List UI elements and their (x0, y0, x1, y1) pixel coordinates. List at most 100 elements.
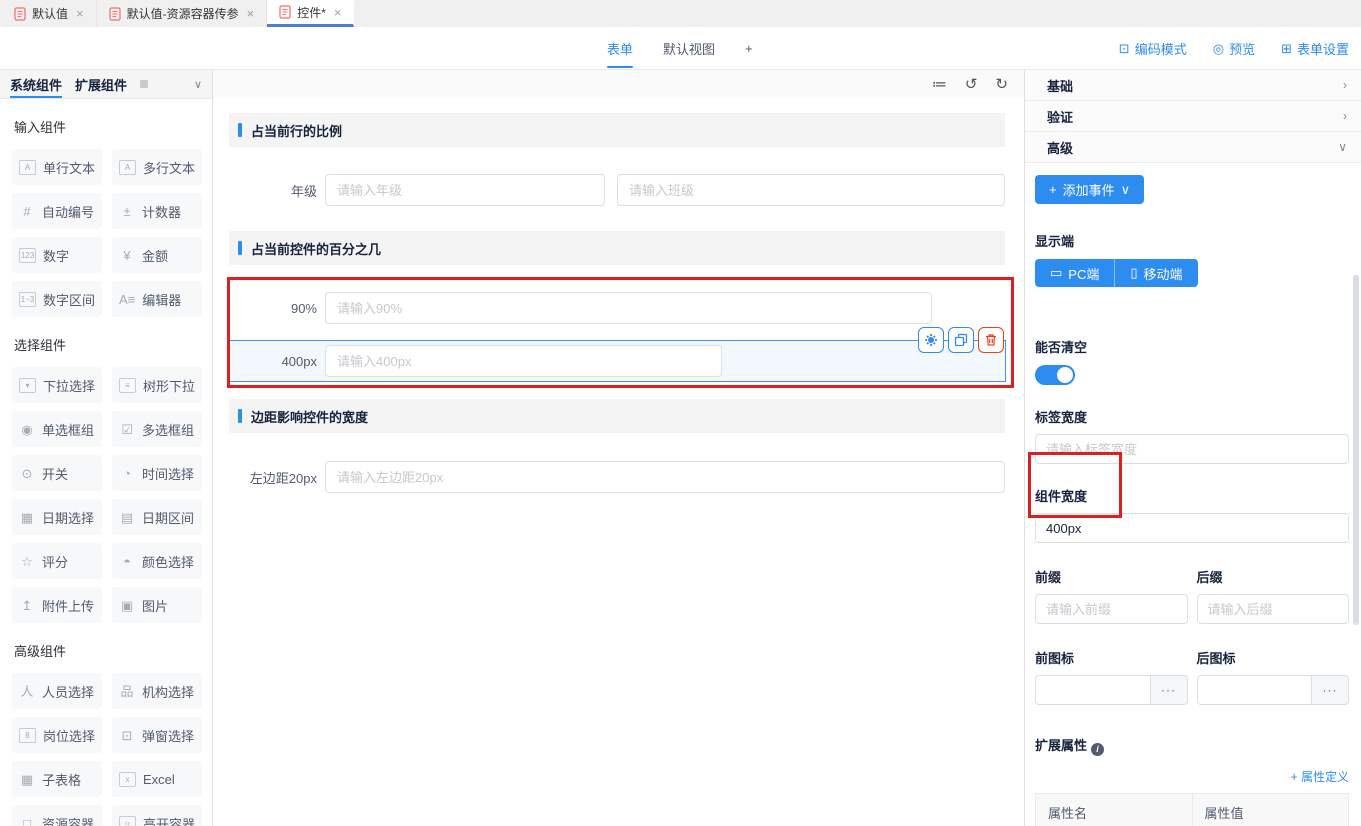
sidebar-item-user-picker[interactable]: 人人员选择 (12, 673, 102, 709)
component-width-label: 组件宽度 (1035, 486, 1349, 505)
form-settings-icon: ⊞ (1281, 41, 1292, 57)
file-tab-label: 控件* (297, 4, 326, 21)
sidebar-item-date-picker[interactable]: ▦日期选择 (12, 499, 102, 535)
sidebar-item-select[interactable]: ▾下拉选择 (12, 367, 102, 403)
file-tab-container-params[interactable]: 默认值-资源容器传参 × (97, 0, 268, 27)
sidebar-item-image[interactable]: ▣图片 (112, 587, 202, 623)
sidebar-item-multiline-text[interactable]: A多行文本 (112, 149, 202, 185)
front-icon-group: ··· (1035, 675, 1188, 705)
sidebar-item-number[interactable]: 123数字 (12, 237, 102, 273)
left-margin-input[interactable] (325, 461, 1005, 493)
ext-props-label: 扩展属性i (1035, 735, 1349, 756)
form-row-left-margin[interactable]: 左边距20px (229, 461, 1005, 493)
sidebar-item-switch[interactable]: ⊙开关 (12, 455, 102, 491)
close-icon[interactable]: × (334, 5, 342, 20)
sidebar-item-counter[interactable]: ±计数器 (112, 193, 202, 229)
delete-button[interactable] (978, 327, 1004, 353)
sidebar-item-code-container[interactable]: ‹›高开容器 (112, 805, 202, 826)
front-icon-more-button[interactable]: ··· (1150, 675, 1188, 705)
copy-button[interactable] (948, 327, 974, 353)
code-mode-button[interactable]: ⊡ 编码模式 (1119, 39, 1187, 58)
sidebar-item-date-range[interactable]: ▤日期区间 (112, 499, 202, 535)
clearable-toggle[interactable] (1035, 365, 1075, 385)
add-view-button[interactable]: + (745, 27, 753, 70)
label-width-input[interactable] (1035, 434, 1349, 464)
px400-input[interactable] (325, 345, 722, 377)
component-width-input[interactable] (1035, 513, 1349, 543)
sidebar-item-editor[interactable]: A≡编辑器 (112, 281, 202, 317)
plus-icon: + (1049, 182, 1057, 197)
suffix-label: 后缀 (1197, 567, 1350, 586)
component-sidebar: 系统组件 扩展组件 ∨ 输入组件 A单行文本 A多行文本 #自动编号 ±计数器 … (0, 70, 213, 826)
preview-label: 预览 (1229, 39, 1255, 58)
document-icon (109, 7, 121, 21)
switch-icon: ⊙ (19, 467, 35, 480)
scrollbar-thumb[interactable] (1353, 275, 1359, 625)
tab-extension-components[interactable]: 扩展组件 (75, 70, 127, 98)
back-icon-input[interactable] (1197, 675, 1312, 705)
close-icon[interactable]: × (247, 6, 255, 21)
sidebar-item-checkbox-group[interactable]: ☑多选框组 (112, 411, 202, 447)
sidebar-item-sub-table[interactable]: ▦子表格 (12, 761, 102, 797)
pc-target-button[interactable]: ▭ PC端 (1035, 259, 1115, 287)
tab-default-view[interactable]: 默认视图 (663, 27, 715, 70)
sidebar-item-tree-select[interactable]: ≡树形下拉 (112, 367, 202, 403)
field-label: 400px (229, 354, 325, 369)
toggle-knob (1057, 367, 1073, 383)
group-items-select: ▾下拉选择 ≡树形下拉 ◉单选框组 ☑多选框组 ⊙开关 ◔时间选择 ▦日期选择 … (12, 367, 200, 623)
accordion-advanced[interactable]: 高级 ∨ (1025, 132, 1361, 163)
outline-icon[interactable]: ≔ (932, 77, 947, 92)
front-icon-input[interactable] (1035, 675, 1150, 705)
sidebar-item-single-line-text[interactable]: A单行文本 (12, 149, 102, 185)
undo-icon[interactable]: ↺ (965, 77, 978, 92)
sidebar-item-radio-group[interactable]: ◉单选框组 (12, 411, 102, 447)
sidebar-item-auto-number[interactable]: #自动编号 (12, 193, 102, 229)
grade-input[interactable] (325, 174, 605, 206)
accordion-basic[interactable]: 基础 › (1025, 70, 1361, 101)
sidebar-item-resource-container[interactable]: □资源容器 (12, 805, 102, 826)
redo-icon[interactable]: ↻ (995, 77, 1008, 92)
add-property-link[interactable]: + 属性定义 (1035, 768, 1349, 785)
form-row-400px-selected[interactable]: 400px (228, 340, 1006, 382)
sidebar-item-time-picker[interactable]: ◔时间选择 (112, 455, 202, 491)
mobile-target-button[interactable]: ▯ 移动端 (1115, 259, 1197, 287)
sidebar-item-rate[interactable]: ☆评分 (12, 543, 102, 579)
sidebar-item-number-range[interactable]: 1~3数字区间 (12, 281, 102, 317)
sidebar-item-money[interactable]: ¥金额 (112, 237, 202, 273)
sub-table-icon: ▦ (19, 773, 35, 786)
back-icon-more-button[interactable]: ··· (1311, 675, 1349, 705)
trash-icon (984, 333, 998, 347)
class-input[interactable] (617, 174, 1005, 206)
top-bar: 表单 默认视图 + ⊡ 编码模式 ◎ 预览 ⊞ 表单设置 (0, 27, 1361, 70)
back-icon-group: ··· (1197, 675, 1350, 705)
prefix-input[interactable] (1035, 594, 1188, 624)
pct90-input[interactable] (325, 292, 932, 324)
suffix-input[interactable] (1197, 594, 1350, 624)
form-row-90pct[interactable]: 90% (229, 292, 1005, 324)
group-title-select: 选择组件 (14, 335, 198, 354)
add-event-button[interactable]: + 添加事件 ∨ (1035, 175, 1144, 204)
form-row-grade[interactable]: 年级 (229, 174, 1005, 206)
preview-icon: ◎ (1213, 41, 1224, 57)
sidebar-item-upload[interactable]: ↥附件上传 (12, 587, 102, 623)
chevron-down-icon[interactable]: ∨ (194, 78, 202, 91)
radio-group-icon: ◉ (19, 423, 35, 436)
gear-icon (924, 333, 938, 347)
preview-button[interactable]: ◎ 预览 (1213, 39, 1255, 58)
close-icon[interactable]: × (76, 6, 84, 21)
settings-gear-button[interactable] (918, 327, 944, 353)
form-settings-button[interactable]: ⊞ 表单设置 (1281, 39, 1349, 58)
tab-system-components[interactable]: 系统组件 (10, 70, 62, 98)
sidebar-item-excel[interactable]: xExcel (112, 761, 202, 797)
accordion-validation[interactable]: 验证 › (1025, 101, 1361, 132)
counter-icon: ± (119, 205, 135, 218)
file-tab-default-value[interactable]: 默认值 × (2, 0, 97, 27)
tab-form[interactable]: 表单 (607, 27, 633, 70)
sidebar-item-org-picker[interactable]: 品机构选择 (112, 673, 202, 709)
file-tab-control-active[interactable]: 控件* × (267, 0, 354, 27)
inspector-scrollbar[interactable] (1353, 235, 1359, 824)
sidebar-item-dialog-picker[interactable]: ⊡弹窗选择 (112, 717, 202, 753)
top-actions: ⊡ 编码模式 ◎ 预览 ⊞ 表单设置 (1119, 27, 1349, 70)
sidebar-item-post-picker[interactable]: 8岗位选择 (12, 717, 102, 753)
sidebar-item-color-picker[interactable]: ◓颜色选择 (112, 543, 202, 579)
